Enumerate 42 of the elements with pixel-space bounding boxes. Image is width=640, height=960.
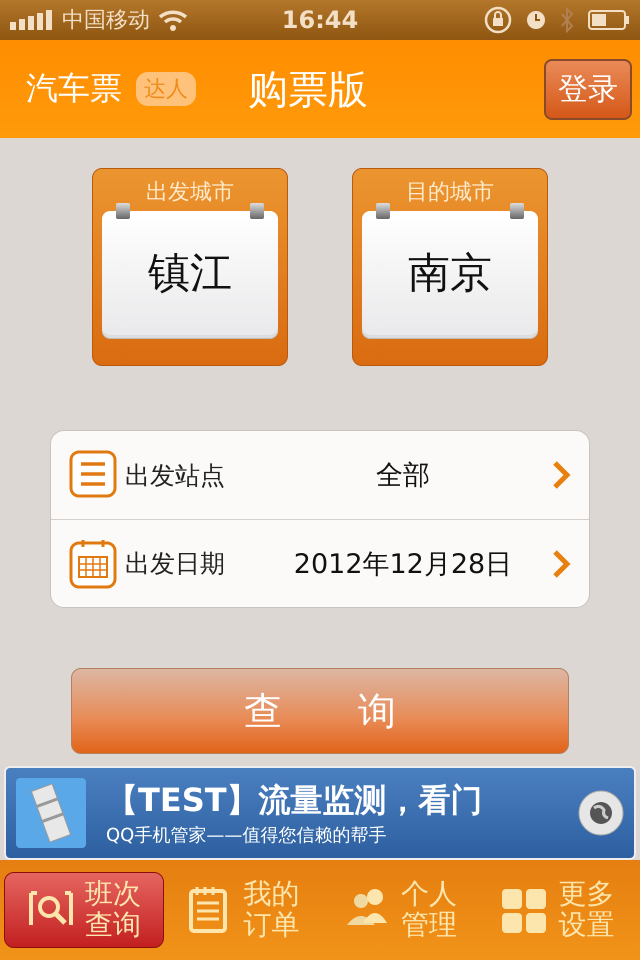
carrier-name: 中国移动: [62, 7, 150, 35]
signal-icon: [10, 10, 54, 30]
city-card[interactable]: 出发城市 镇江: [92, 168, 288, 366]
binder-clip-icon: [510, 203, 524, 219]
search-button[interactable]: 查 询: [71, 668, 569, 754]
app-subtitle: 购票版: [248, 66, 369, 114]
option-row[interactable]: 出发日期 2012年12月28日: [51, 519, 589, 607]
wifi-icon: [158, 9, 188, 31]
tab-button[interactable]: 更多设置: [478, 872, 636, 948]
option-label: 出发站点: [125, 460, 226, 492]
rotation-lock-icon: [484, 6, 512, 34]
globe-icon: [578, 790, 624, 836]
tab-button[interactable]: 我的订单: [164, 872, 321, 948]
city-label: 目的城市: [406, 179, 494, 207]
tab-button[interactable]: 个人管理: [321, 872, 478, 948]
title-badge: 达人: [136, 72, 196, 106]
binder-clip-icon: [116, 203, 130, 219]
ad-banner[interactable]: 【TEST】流量监测，看门 QQ手机管家——值得您信赖的帮手: [4, 766, 636, 860]
city-card[interactable]: 目的城市 南京: [352, 168, 548, 366]
film-icon: [16, 778, 86, 848]
clock-time: 16:44: [282, 6, 358, 34]
option-value: 全部: [375, 459, 431, 493]
chevron-icon: [551, 548, 571, 578]
option-label: 出发日期: [125, 548, 226, 580]
city-label: 出发城市: [146, 179, 234, 207]
ad-title: 【TEST】流量监测，看门: [106, 780, 484, 821]
app-title: 汽车票: [26, 68, 122, 109]
binder-clip-icon: [376, 203, 390, 219]
list-icon: [69, 450, 117, 500]
city-name: 镇江: [148, 247, 232, 299]
ad-subtitle: QQ手机管家——值得您信赖的帮手: [106, 824, 388, 847]
city-name: 南京: [408, 247, 492, 299]
option-row[interactable]: 出发站点 全部: [51, 431, 589, 519]
chevron-icon: [551, 460, 571, 490]
login-button[interactable]: 登录: [544, 58, 632, 120]
tab-button[interactable]: 班次查询: [4, 872, 164, 948]
battery-icon: [588, 10, 630, 30]
bluetooth-icon: [560, 7, 574, 33]
option-value: 2012年12月28日: [292, 548, 514, 582]
alarm-clock-icon: [526, 10, 546, 30]
binder-clip-icon: [250, 203, 264, 219]
calendar-icon: [69, 538, 117, 588]
